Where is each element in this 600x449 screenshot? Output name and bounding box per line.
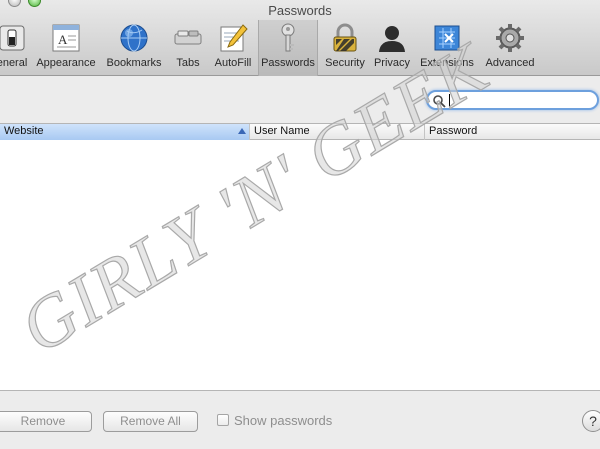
table-header: Website User Name Password bbox=[0, 124, 600, 140]
toolbar-label: Appearance bbox=[36, 57, 96, 69]
column-header-label: Website bbox=[4, 125, 44, 137]
tabs-icon bbox=[174, 30, 202, 45]
remove-button[interactable]: Remove bbox=[0, 411, 92, 432]
toolbar-security[interactable]: Security bbox=[322, 22, 368, 72]
appearance-icon: A bbox=[52, 24, 80, 52]
sort-ascending-icon bbox=[238, 128, 246, 134]
toolbar-general[interactable]: eneral bbox=[0, 22, 32, 72]
toolbar-label: eneral bbox=[0, 57, 28, 69]
svg-text:A: A bbox=[58, 32, 68, 47]
remove-all-button[interactable]: Remove All bbox=[103, 411, 198, 432]
toolbar-label: Extensions bbox=[420, 57, 474, 69]
column-header-password[interactable]: Password bbox=[425, 124, 600, 140]
search-field[interactable] bbox=[426, 90, 599, 110]
toolbar-tabs[interactable]: Tabs bbox=[168, 22, 208, 72]
toolbar-advanced[interactable]: Advanced bbox=[482, 22, 538, 72]
key-icon bbox=[281, 23, 295, 52]
toolbar-extensions[interactable]: Extensions bbox=[416, 22, 478, 72]
toolbar-label: Passwords bbox=[261, 57, 315, 69]
title-toolbar: Passwords eneral A Appearance bbox=[0, 0, 600, 76]
bookmarks-globe-icon bbox=[120, 24, 148, 52]
toolbar-label: Tabs bbox=[176, 57, 200, 69]
toolbar-label: Bookmarks bbox=[106, 57, 162, 69]
help-button[interactable]: ? bbox=[582, 410, 600, 432]
column-header-user-name[interactable]: User Name bbox=[250, 124, 425, 140]
toolbar-autofill[interactable]: AutoFill bbox=[210, 22, 256, 72]
preferences-window: Passwords eneral A Appearance bbox=[0, 0, 600, 449]
passwords-table[interactable]: Website User Name Password bbox=[0, 123, 600, 391]
toolbar-bookmarks[interactable]: Bookmarks bbox=[102, 22, 166, 72]
column-header-label: Password bbox=[429, 125, 478, 137]
toolbar-label: Security bbox=[325, 57, 365, 69]
column-header-website[interactable]: Website bbox=[0, 124, 250, 140]
general-switch-icon bbox=[0, 25, 25, 51]
toolbar-passwords[interactable]: Passwords bbox=[258, 20, 318, 76]
toolbar-label: Privacy bbox=[373, 57, 411, 69]
privacy-person-icon bbox=[379, 26, 405, 52]
window-title: Passwords bbox=[268, 3, 332, 18]
show-passwords-label: Show passwords bbox=[234, 413, 333, 428]
padlock-icon bbox=[333, 23, 357, 52]
extensions-puzzle-icon bbox=[434, 25, 460, 51]
toolbar-label: Advanced bbox=[485, 57, 535, 69]
search-icon bbox=[433, 95, 446, 108]
toolbar-label: AutoFill bbox=[214, 57, 252, 69]
gear-icon bbox=[496, 24, 524, 52]
text-cursor bbox=[449, 94, 450, 107]
search-input[interactable] bbox=[448, 93, 594, 108]
toolbar-privacy[interactable]: Privacy bbox=[370, 22, 414, 72]
autofill-pencil-icon bbox=[220, 24, 248, 52]
show-passwords-checkbox[interactable] bbox=[217, 414, 229, 426]
column-header-label: User Name bbox=[254, 125, 310, 137]
toolbar-appearance[interactable]: A Appearance bbox=[32, 22, 100, 72]
